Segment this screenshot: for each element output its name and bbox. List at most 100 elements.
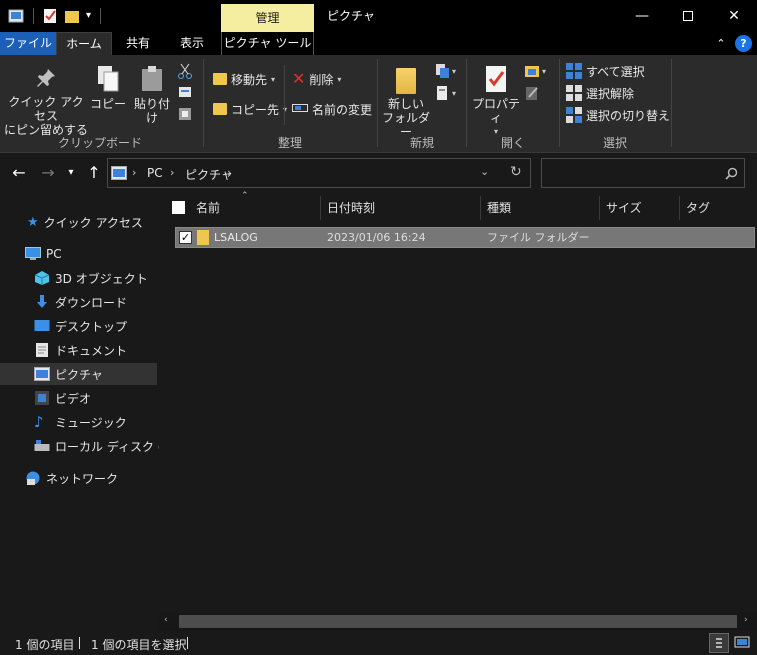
paste-label: 貼り付け [133,97,170,125]
nav-documents[interactable]: ドキュメント [0,339,157,361]
minimize-button[interactable]: — [619,0,665,32]
details-view-icon [716,638,722,648]
properties-button[interactable]: プロパティ ▾ [470,65,522,139]
title-bar: ▾ 管理 ピクチャ — ✕ [0,0,757,32]
tab-file[interactable]: ファイル [0,32,56,55]
nav-downloads[interactable]: ダウンロード [0,291,157,313]
column-divider[interactable] [320,196,321,220]
invert-selection-button[interactable]: 選択の切り替え [566,105,670,125]
up-arrow-icon[interactable]: ↑ [84,163,104,183]
new-folder-button[interactable]: 新しい フォルダー [381,65,431,139]
select-all-icon [566,63,582,79]
new-group-label: 新規 [409,136,434,150]
copy-to-label: コピー先 [231,102,280,117]
nav-quick-access[interactable]: ★ クイック アクセス [0,211,157,233]
status-selected-count: 1 個の項目を選択 [91,638,187,652]
invert-selection-label: 選択の切り替え [586,108,671,123]
new-folder-icon[interactable] [64,8,80,24]
copy-icon [90,65,126,97]
tab-home[interactable]: ホーム [56,32,112,55]
copy-to-icon [213,103,227,115]
recent-locations-chevron-icon[interactable]: ▾ [64,163,78,183]
column-divider[interactable] [480,196,481,220]
column-header-date[interactable]: 日付時刻 [327,196,375,220]
nav-videos[interactable]: ビデオ [0,387,157,409]
row-checkbox[interactable]: ✓ [179,231,192,244]
chevron-down-icon: ▾ [452,66,457,76]
copy-button[interactable]: コピー [90,65,126,111]
nav-music[interactable]: ♪ ミュージック [0,411,157,433]
tab-share[interactable]: 共有 [112,32,164,55]
folder-icon [197,230,209,245]
nav-pc[interactable]: PC [0,243,157,265]
column-header-tags[interactable]: タグ [686,196,710,220]
column-header-name[interactable]: 名前 [196,196,220,220]
select-all-label: すべて選択 [586,64,645,79]
scrollbar-thumb[interactable] [179,615,737,628]
nav-3d-objects[interactable]: 3D オブジェクト [0,267,157,289]
forward-arrow-icon[interactable]: → [38,163,58,183]
nav-local-disk[interactable]: ローカル ディスク (C:) [0,435,180,457]
move-to-button[interactable]: 移動先 ▾ [213,69,275,89]
paste-shortcut-icon[interactable] [178,107,192,124]
easy-access-button[interactable]: ▾ [434,85,456,101]
documents-icon [36,343,48,357]
manage-context-tab-header[interactable]: 管理 [221,4,314,32]
tab-picture-tools[interactable]: ピクチャ ツール [221,32,314,55]
tab-view[interactable]: 表示 [164,32,220,55]
window-icon[interactable] [8,8,24,24]
scroll-right-icon[interactable]: › [744,615,748,625]
breadcrumb-pc[interactable]: PC [147,166,163,180]
edit-icon[interactable] [524,85,540,104]
properties-icon[interactable] [42,8,58,24]
rename-button[interactable]: 名前の変更 [292,99,372,119]
refresh-icon[interactable]: ↻ [510,164,522,180]
ribbon-collapse-icon[interactable]: ⌃ [713,36,729,52]
copy-path-icon[interactable] [178,85,192,102]
breadcrumb-pictures[interactable]: ピクチャ [185,166,233,183]
address-bar[interactable]: › PC › ピクチャ › ⌄ ↻ [107,158,531,188]
computer-icon [25,247,41,260]
rename-icon [292,102,308,117]
new-item-button[interactable]: ▾ [434,63,456,79]
file-type: ファイル フォルダー [487,231,590,244]
new-folder-label-line1: 新しい [387,97,424,111]
column-divider[interactable] [599,196,600,220]
chevron-right-icon: › [227,166,232,179]
column-divider[interactable] [679,196,680,220]
nav-pictures[interactable]: ピクチャ [0,363,157,385]
move-to-icon [213,73,227,85]
details-view-button[interactable] [709,633,729,653]
nav-downloads-label: ダウンロード [55,295,128,310]
file-list [159,194,757,631]
copy-to-button[interactable]: コピー先 ▾ [213,99,287,119]
new-folder-icon [396,68,416,94]
maximize-button[interactable] [665,0,711,32]
desktop-icon [34,320,50,331]
nav-desktop[interactable]: デスクトップ [0,315,157,337]
pin-to-quick-access-button[interactable]: クイック アクセス にピン留めする [4,67,88,137]
help-icon[interactable]: ? [735,35,752,52]
column-header-type[interactable]: 種類 [487,196,511,220]
address-history-chevron-icon[interactable]: ⌄ [480,165,489,178]
select-none-button[interactable]: 選択解除 [566,83,634,103]
select-all-checkbox[interactable] [172,201,185,214]
nav-network[interactable]: ネットワーク [0,467,157,489]
back-arrow-icon[interactable]: ← [9,163,29,183]
table-row[interactable]: ✓ LSALOG 2023/01/06 16:24 ファイル フォルダー [175,227,755,248]
rename-label: 名前の変更 [312,102,373,117]
open-button[interactable]: ▾ [524,63,546,79]
nav-quick-access-label: クイック アクセス [43,215,143,230]
large-icons-view-button[interactable] [733,633,753,653]
chevron-down-icon: ▾ [337,74,342,84]
paste-button[interactable]: 貼り付け [129,65,175,125]
column-header-size[interactable]: サイズ [606,196,642,220]
cut-icon[interactable] [178,63,192,82]
scroll-left-icon[interactable]: ‹ [164,615,168,625]
delete-button[interactable]: ✕ 削除 ▾ [292,69,341,89]
search-input[interactable] [541,158,745,188]
delete-label: 削除 [309,72,334,87]
select-all-button[interactable]: すべて選択 [566,61,645,81]
status-divider [79,637,80,649]
close-button[interactable]: ✕ [711,0,757,32]
